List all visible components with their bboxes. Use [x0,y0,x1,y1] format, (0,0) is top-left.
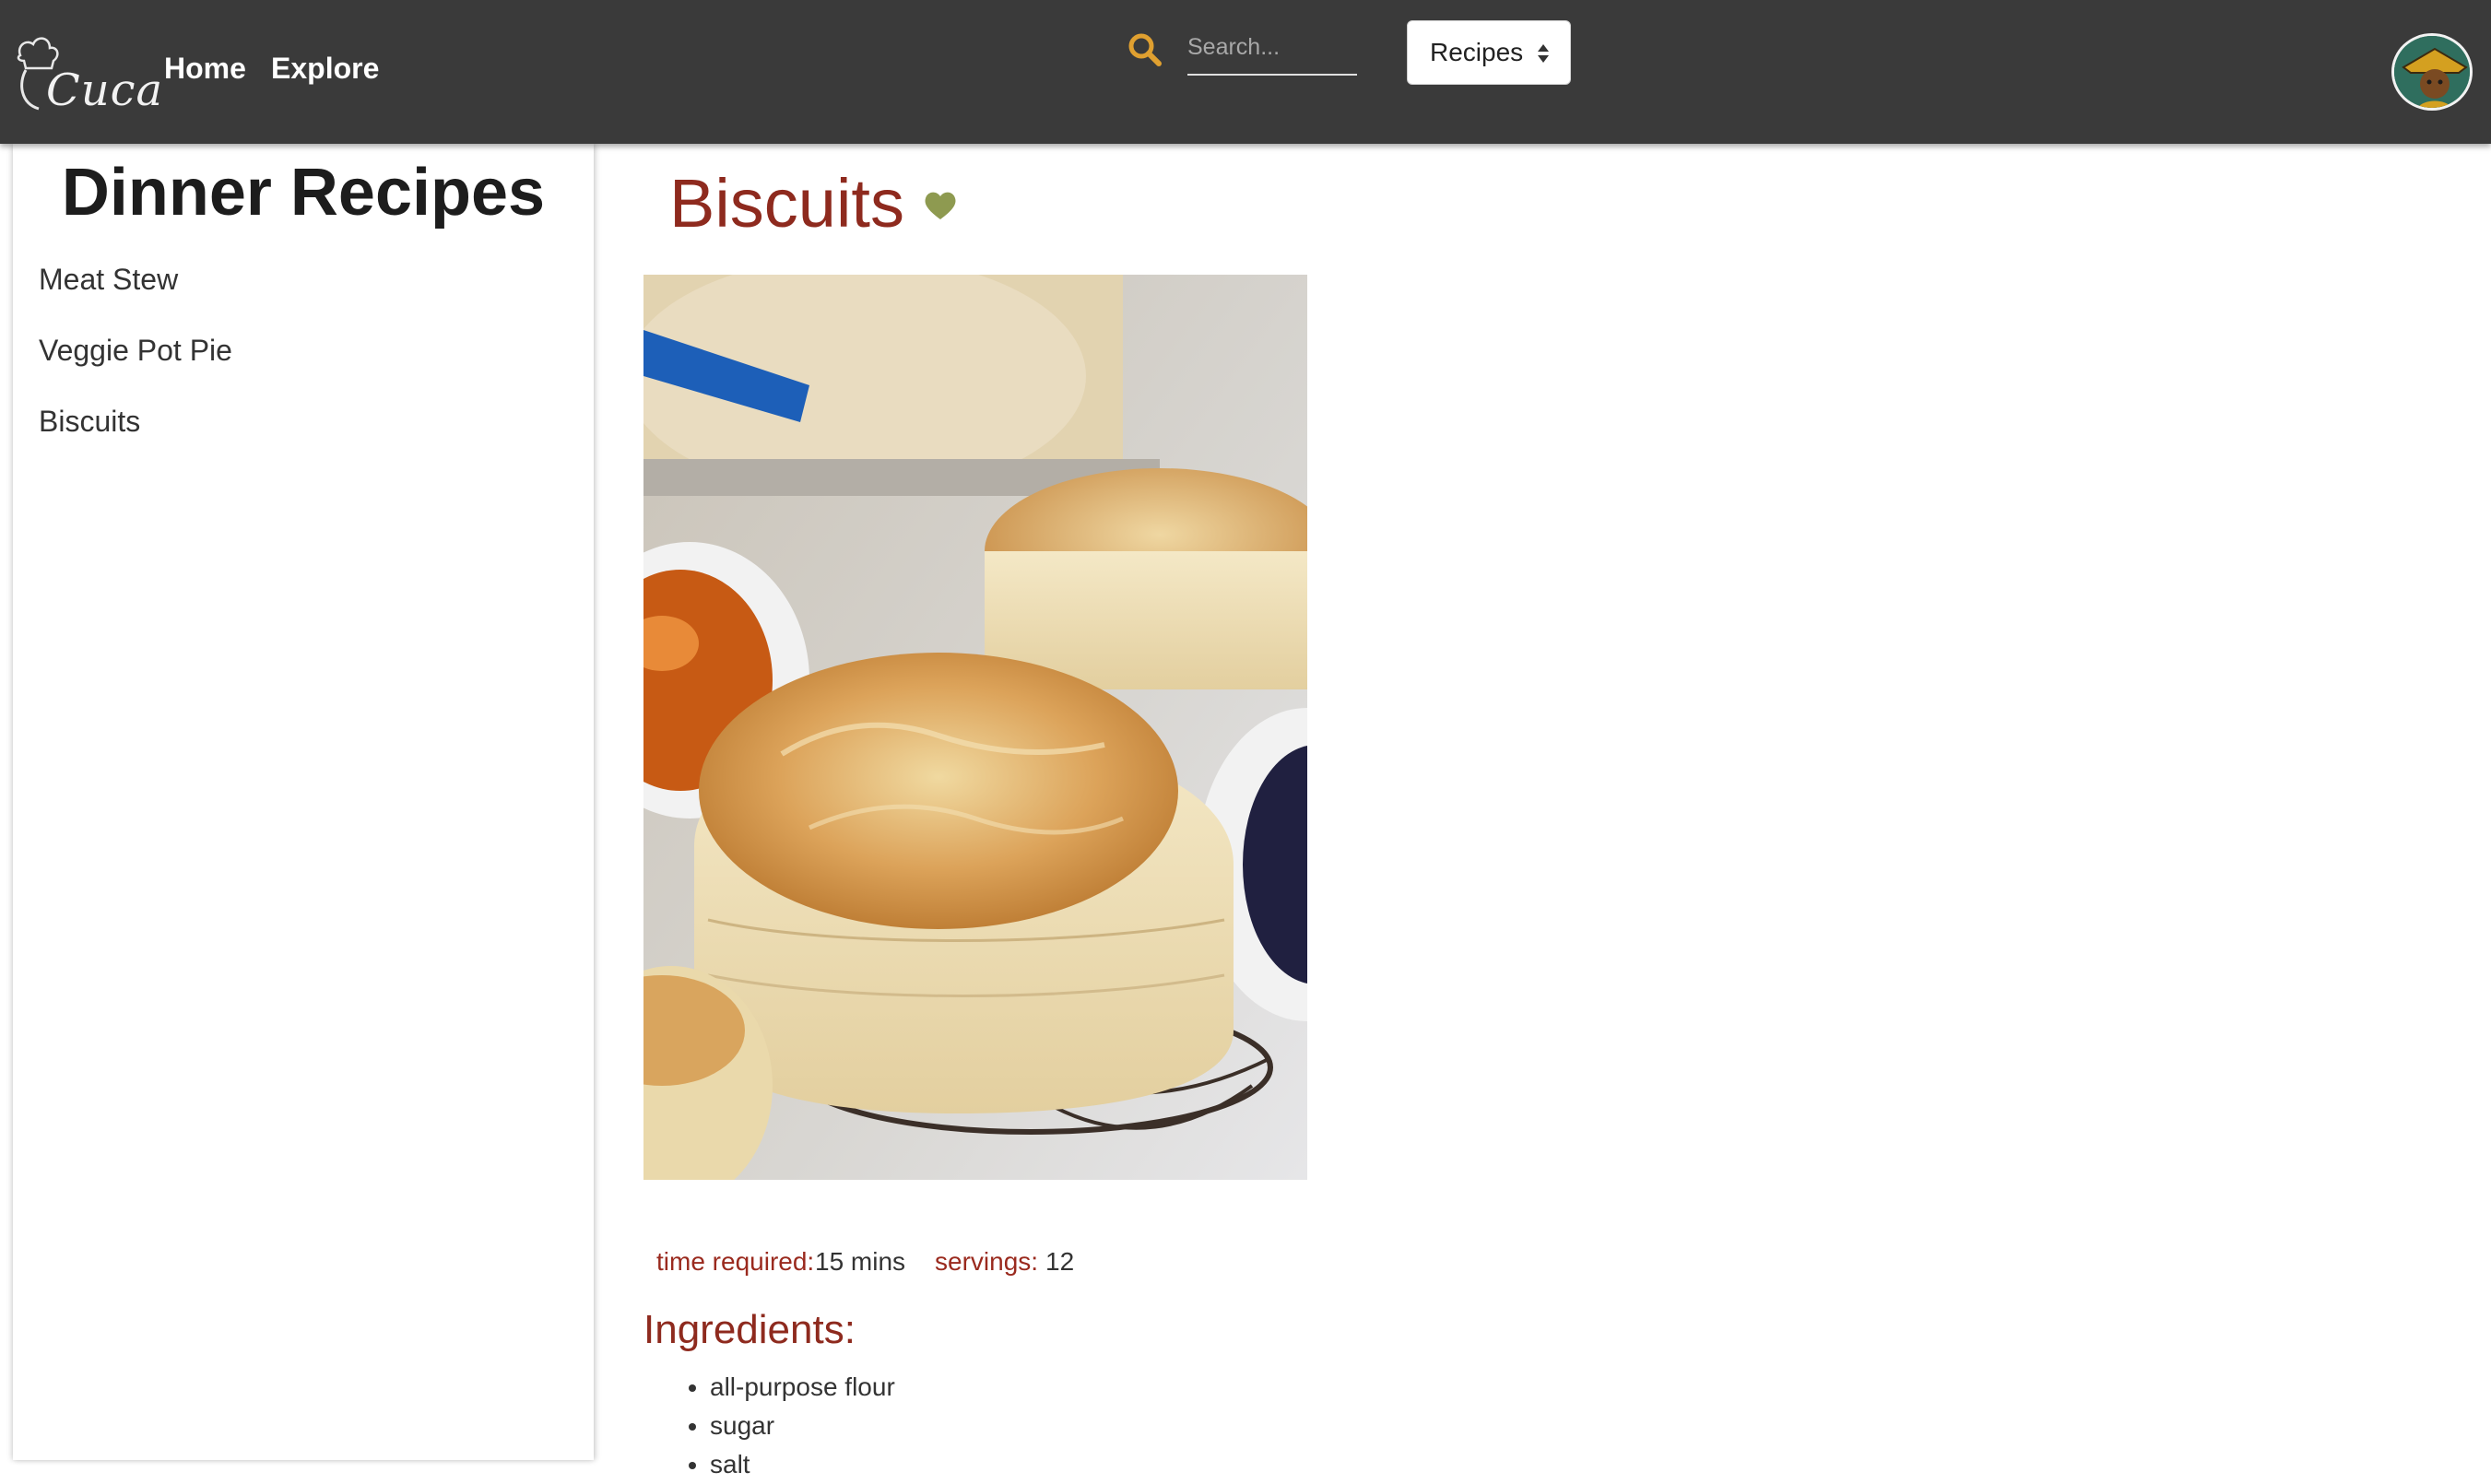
ingredients-list: all-purpose flour sugar salt [675,1368,895,1484]
ingredient-item: salt [710,1445,895,1484]
search-input[interactable] [1187,26,1357,76]
sidebar-item-biscuits[interactable]: Biscuits [39,389,232,460]
category-select[interactable]: Recipes [1407,20,1571,85]
brand-logo[interactable]: Cuca [11,28,162,120]
biscuits-photo [643,275,1307,1180]
sidebar-item-veggie-pot-pie[interactable]: Veggie Pot Pie [39,318,232,389]
recipe-sidebar: Dinner Recipes Meat Stew Veggie Pot Pie … [13,144,594,1460]
ingredients-heading: Ingredients: [643,1307,856,1352]
category-select-value: Recipes [1430,38,1524,66]
recipe-photo [643,275,1307,1180]
time-required-label: time required: [656,1247,815,1276]
nav-home-link[interactable]: Home [164,52,246,86]
user-avatar[interactable] [2391,33,2473,111]
servings-value: 12 [1045,1247,1075,1276]
nav-explore-link[interactable]: Explore [271,52,379,86]
top-navbar: Cuca Home Explore Recipes [0,0,2491,144]
time-required-value: 15 mins [815,1247,906,1276]
ingredient-item: all-purpose flour [710,1368,895,1407]
recipe-title: Biscuits [669,165,904,241]
sidebar-item-meat-stew[interactable]: Meat Stew [39,247,232,318]
heart-icon[interactable] [924,190,957,221]
avatar-image [2394,36,2470,108]
ingredient-item: sugar [710,1407,895,1445]
brand-name: Cuca [46,65,164,116]
recipe-list: Meat Stew Veggie Pot Pie Biscuits [39,247,232,460]
search-icon[interactable] [1127,31,1163,68]
servings-label: servings: [935,1247,1039,1276]
sidebar-title: Dinner Recipes [61,156,546,230]
sort-caret-icon [1538,44,1549,63]
